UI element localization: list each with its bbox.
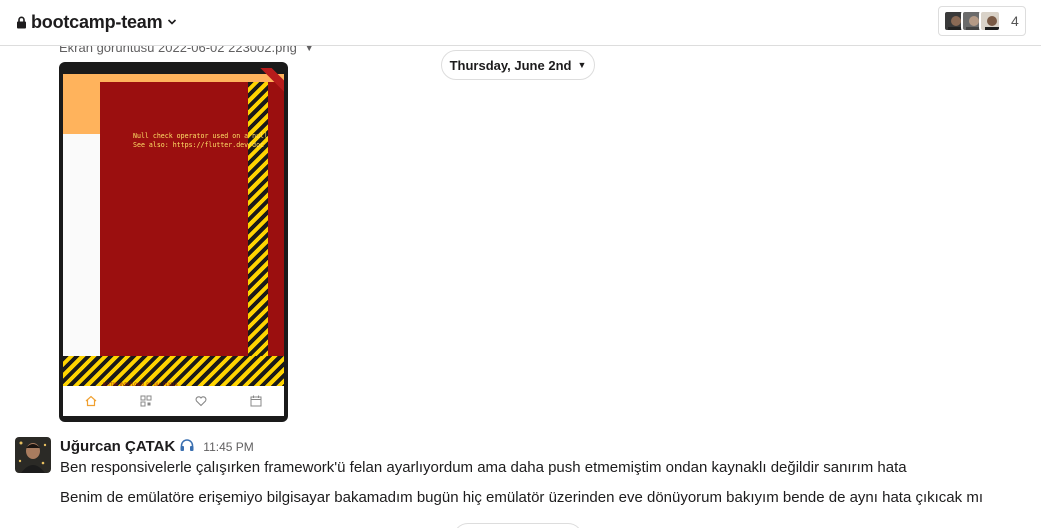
date-divider-button[interactable]: Thursday, June 2nd ▼ (441, 50, 595, 80)
channel-name-button[interactable]: bootcamp-team (16, 11, 177, 33)
channel-name: bootcamp-team (31, 11, 163, 32)
avatar[interactable] (15, 437, 51, 473)
date-label: Thursday, June 2nd (449, 57, 572, 73)
error-line: See also: https://flutter.dev/doc (133, 141, 265, 149)
heart-icon (195, 396, 207, 407)
message-header: Uğurcan ÇATAK 11:45 PM (60, 437, 254, 455)
chevron-down-icon (168, 19, 177, 25)
headphones-icon[interactable] (179, 438, 195, 452)
message-timestamp[interactable]: 11:45 PM (203, 440, 253, 454)
message-text: Ben responsivelerle çalışırken framework… (60, 459, 907, 476)
bottom-nav (63, 386, 284, 416)
calendar-icon (250, 395, 262, 407)
phone-screen: Null check operator used on a null See a… (63, 68, 284, 416)
lock-icon (17, 16, 26, 28)
overflow-stripe-vertical (248, 82, 268, 356)
sender-name[interactable]: Uğurcan ÇATAK (60, 438, 175, 455)
members-button[interactable]: 4 (938, 6, 1026, 36)
member-avatars (943, 10, 1001, 32)
member-count: 4 (1011, 13, 1019, 29)
qr-code-icon (140, 395, 152, 407)
home-icon (85, 395, 97, 407)
status-bar (63, 68, 284, 74)
image-attachment[interactable]: Null check operator used on a null See a… (59, 62, 288, 422)
error-line: Null check operator used on a null (133, 132, 268, 140)
member-avatar (979, 10, 1001, 32)
chevron-down-icon: ▼ (577, 60, 587, 70)
message-text: Benim de emülatöre erişemiyo bilgisayar … (60, 489, 983, 506)
date-divider-button[interactable] (453, 523, 583, 528)
error-panel-edge (268, 82, 278, 362)
error-message: Null check operator used on a null See a… (133, 132, 283, 150)
channel-header: bootcamp-team 4 (0, 0, 1041, 46)
